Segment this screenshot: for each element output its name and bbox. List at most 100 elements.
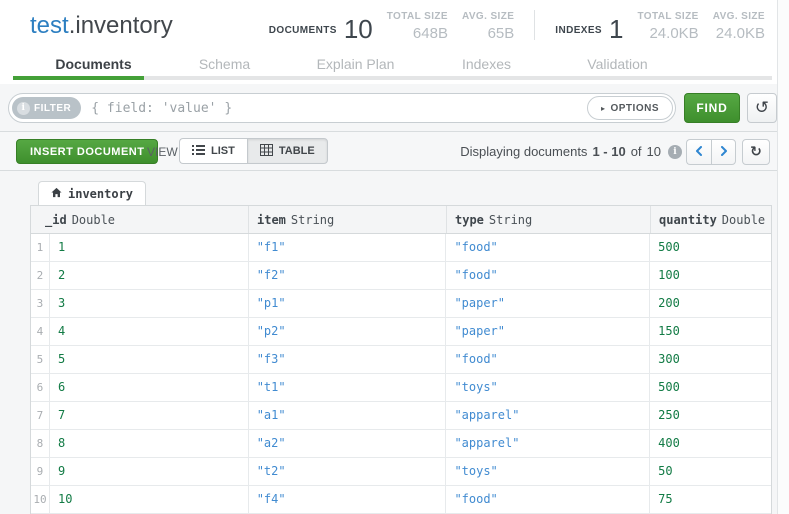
table-body: 1 1 "f1" "food" 500 2 2 "f2" "food" 100 … <box>31 234 771 514</box>
cell-item[interactable]: "p2" <box>249 318 447 345</box>
cell-item[interactable]: "f2" <box>249 262 447 289</box>
tab-documents[interactable]: Documents <box>28 52 159 78</box>
row-number: 3 <box>31 290 50 317</box>
view-switcher: LIST TABLE <box>179 138 328 164</box>
chevron-left-icon <box>695 143 703 161</box>
collection-header: test.inventory DOCUMENTS 10 TOTAL SIZE 6… <box>0 0 789 84</box>
documents-avg-size: AVG. SIZE 65B <box>462 11 514 42</box>
options-button-label: OPTIONS <box>610 103 659 114</box>
insert-document-button[interactable]: INSERT DOCUMENT <box>16 139 158 164</box>
pagination-status: Displaying documents 1 - 10 of 10 i <box>460 144 682 159</box>
table-row[interactable]: 7 7 "a1" "apparel" 250 <box>31 402 771 430</box>
cell-type[interactable]: "food" <box>446 234 650 261</box>
column-header-type[interactable]: type String <box>447 206 651 233</box>
cell-id[interactable]: 2 <box>50 262 249 289</box>
cell-type[interactable]: "toys" <box>446 458 650 485</box>
row-number: 2 <box>31 262 50 289</box>
row-number: 8 <box>31 430 50 457</box>
prev-page-button[interactable] <box>686 139 711 165</box>
query-history-button[interactable]: ↺ <box>747 93 777 123</box>
indexes-label: INDEXES <box>555 25 602 36</box>
cell-type[interactable]: "food" <box>446 486 650 513</box>
cell-item[interactable]: "t2" <box>249 458 447 485</box>
cell-quantity[interactable]: 300 <box>650 346 771 373</box>
cell-quantity[interactable]: 150 <box>650 318 771 345</box>
table-row[interactable]: 2 2 "f2" "food" 100 <box>31 262 771 290</box>
table-icon <box>260 144 273 159</box>
tab-underline-track <box>13 76 772 80</box>
table-row[interactable]: 9 9 "t2" "toys" 50 <box>31 458 771 486</box>
refresh-documents-button[interactable]: ↻ <box>742 139 770 165</box>
collection-name: inventory <box>75 12 172 39</box>
column-header-item[interactable]: item String <box>249 206 447 233</box>
view-list-button[interactable]: LIST <box>179 138 247 164</box>
view-label: VIEW <box>147 145 178 159</box>
column-header-quantity[interactable]: quantity Double <box>651 206 771 233</box>
status-total: 10 <box>647 144 661 159</box>
cell-id[interactable]: 5 <box>50 346 249 373</box>
indexes-total-size: TOTAL SIZE 24.0KB <box>637 11 698 42</box>
cell-quantity[interactable]: 200 <box>650 290 771 317</box>
cell-quantity[interactable]: 50 <box>650 458 771 485</box>
cell-item[interactable]: "t1" <box>249 374 447 401</box>
cell-item[interactable]: "f4" <box>249 486 447 513</box>
row-number: 9 <box>31 458 50 485</box>
cell-id[interactable]: 7 <box>50 402 249 429</box>
collection-breadcrumb-tab[interactable]: inventory <box>38 181 146 205</box>
row-number: 7 <box>31 402 50 429</box>
cell-id[interactable]: 8 <box>50 430 249 457</box>
table-row[interactable]: 5 5 "f3" "food" 300 <box>31 346 771 374</box>
cell-item[interactable]: "a2" <box>249 430 447 457</box>
cell-quantity[interactable]: 100 <box>650 262 771 289</box>
indexes-count: 1 <box>609 17 623 42</box>
info-icon: i <box>17 102 30 115</box>
cell-type[interactable]: "food" <box>446 346 650 373</box>
cell-type[interactable]: "apparel" <box>446 430 650 457</box>
table-row[interactable]: 1 1 "f1" "food" 500 <box>31 234 771 262</box>
cell-id[interactable]: 4 <box>50 318 249 345</box>
info-icon[interactable]: i <box>668 145 682 159</box>
cell-quantity[interactable]: 500 <box>650 234 771 261</box>
status-of: of <box>631 144 642 159</box>
cell-type[interactable]: "paper" <box>446 290 650 317</box>
cell-quantity[interactable]: 75 <box>650 486 771 513</box>
cell-quantity[interactable]: 250 <box>650 402 771 429</box>
home-icon <box>51 187 62 201</box>
cell-item[interactable]: "a1" <box>249 402 447 429</box>
cell-id[interactable]: 3 <box>50 290 249 317</box>
status-range: 1 - 10 <box>592 144 625 159</box>
table-row[interactable]: 4 4 "p2" "paper" 150 <box>31 318 771 346</box>
table-row[interactable]: 3 3 "p1" "paper" 200 <box>31 290 771 318</box>
options-button[interactable]: ▸ OPTIONS <box>587 96 673 120</box>
find-button[interactable]: FIND <box>684 93 740 123</box>
table-row[interactable]: 10 10 "f4" "food" 75 <box>31 486 771 514</box>
table-row[interactable]: 6 6 "t1" "toys" 500 <box>31 374 771 402</box>
cell-id[interactable]: 1 <box>50 234 249 261</box>
tab-validation[interactable]: Validation <box>552 52 683 78</box>
cell-type[interactable]: "apparel" <box>446 402 650 429</box>
column-header-id[interactable]: _id Double <box>31 206 249 233</box>
cell-item[interactable]: "f3" <box>249 346 447 373</box>
cell-quantity[interactable]: 400 <box>650 430 771 457</box>
documents-total-size: TOTAL SIZE 648B <box>387 11 448 42</box>
history-icon: ↺ <box>755 98 769 118</box>
next-page-button[interactable] <box>711 139 736 165</box>
row-number: 10 <box>31 486 50 513</box>
cell-type[interactable]: "food" <box>446 262 650 289</box>
cell-id[interactable]: 6 <box>50 374 249 401</box>
cell-type[interactable]: "toys" <box>446 374 650 401</box>
cell-item[interactable]: "p1" <box>249 290 447 317</box>
cell-item[interactable]: "f1" <box>249 234 447 261</box>
documents-content: inventory _id Double item String type St… <box>0 171 789 514</box>
cell-id[interactable]: 10 <box>50 486 249 513</box>
cell-quantity[interactable]: 500 <box>650 374 771 401</box>
list-icon <box>192 144 205 159</box>
cell-type[interactable]: "paper" <box>446 318 650 345</box>
filter-pill-label: FILTER <box>34 103 71 114</box>
tab-indexes[interactable]: Indexes <box>421 52 552 78</box>
tab-schema[interactable]: Schema <box>159 52 290 78</box>
table-row[interactable]: 8 8 "a2" "apparel" 400 <box>31 430 771 458</box>
view-table-button[interactable]: TABLE <box>247 138 328 164</box>
cell-id[interactable]: 9 <box>50 458 249 485</box>
tab-explain-plan[interactable]: Explain Plan <box>290 52 421 78</box>
